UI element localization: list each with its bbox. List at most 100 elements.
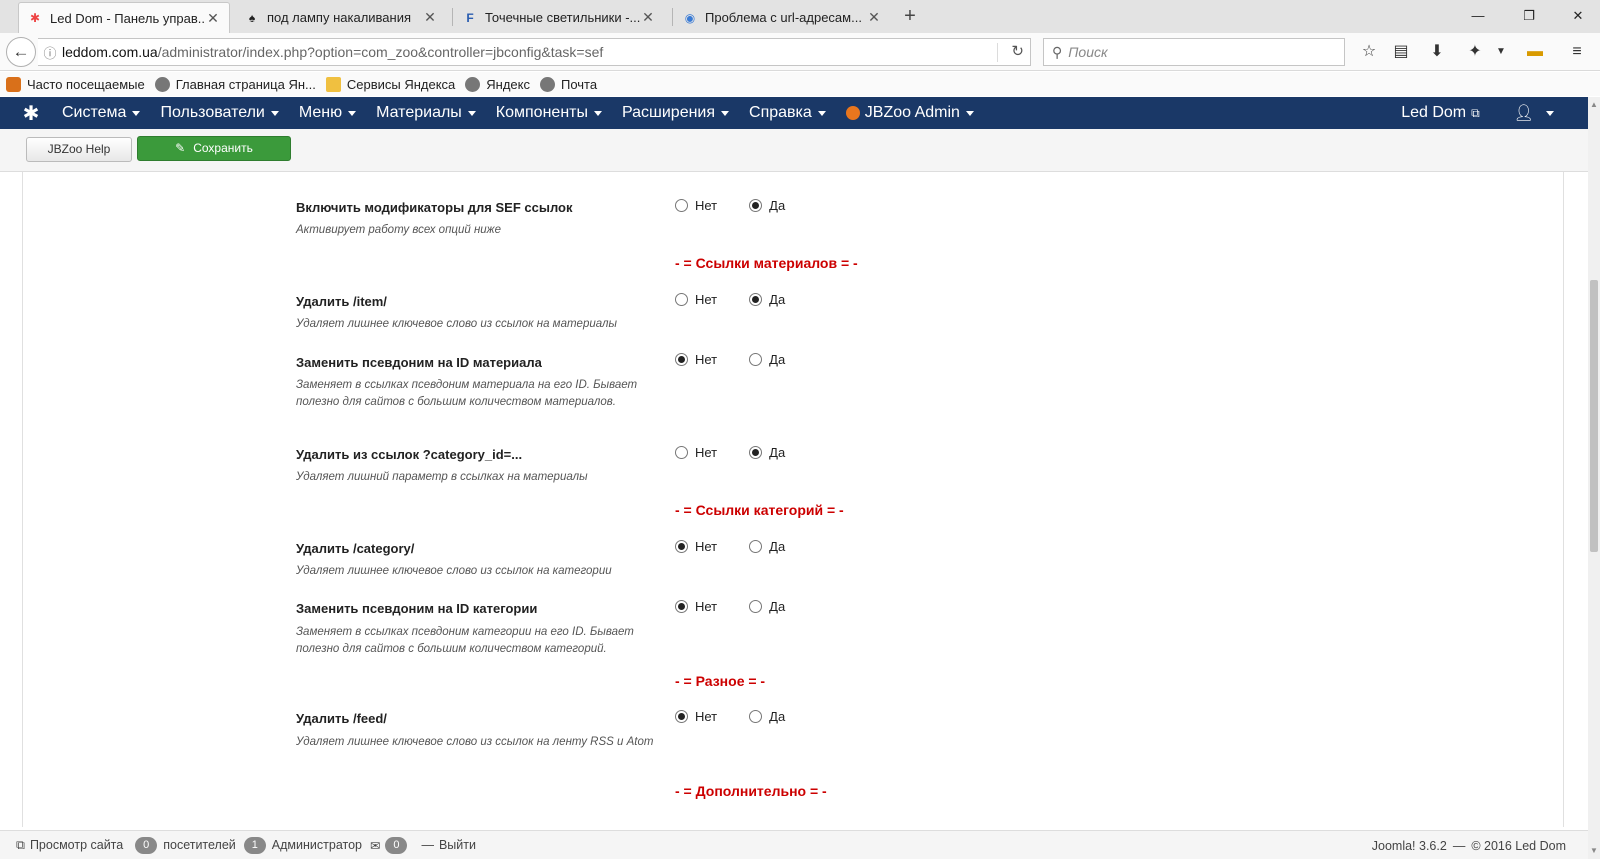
menu-label: Материалы <box>376 104 462 121</box>
restore-button[interactable]: ❐ <box>1506 4 1552 28</box>
remove-category-id-radio-group: Нет Да <box>675 445 817 460</box>
download-icon[interactable]: ⬇ <box>1426 41 1448 63</box>
radio-button[interactable] <box>749 446 763 459</box>
tab-title: Проблема с url-адресам... <box>705 10 862 25</box>
back-button[interactable]: ← <box>6 37 36 67</box>
jbzoo-help-button[interactable]: JBZoo Help <box>26 137 132 162</box>
menu-extensions[interactable]: Расширения <box>622 104 730 122</box>
url-bar[interactable]: ⓘ leddom.com.ua/administrator/index.php?… <box>38 38 1031 66</box>
radio-no[interactable]: Нет <box>675 352 717 367</box>
reload-icon[interactable]: ↻ <box>1011 42 1024 60</box>
browser-tab-2[interactable]: F Точечные светильники -... ✕ <box>454 2 664 33</box>
radio-no[interactable]: Нет <box>675 198 717 213</box>
close-tab-icon[interactable]: ✕ <box>422 9 438 26</box>
browser-tab-0[interactable]: ✱ Led Dom - Панель управ... ✕ <box>18 2 230 33</box>
caret-down-icon <box>132 110 141 116</box>
radio-yes[interactable]: Да <box>749 352 785 367</box>
radio-no[interactable]: Нет <box>675 445 717 460</box>
joomla-logo-icon[interactable]: ✱ <box>0 101 62 126</box>
radio-button[interactable] <box>675 446 688 459</box>
menu-users[interactable]: Пользователи <box>160 104 279 122</box>
page-scrollbar[interactable]: ▲ ▼ <box>1588 97 1600 859</box>
footer-version: Joomla! 3.6.2 — © 2016 Led Dom <box>1372 831 1566 859</box>
external-link-icon: ⧉ <box>16 837 25 852</box>
browser-tab-1[interactable]: ♠ под лампу накаливания ✕ <box>236 2 446 33</box>
browser-tab-3[interactable]: ◉ Проблема с url-адресам... ✕ <box>674 2 890 33</box>
menu-jbzoo-admin[interactable]: JBZoo Admin <box>845 104 974 122</box>
radio-yes[interactable]: Да <box>749 709 785 724</box>
radio-button[interactable] <box>675 600 688 613</box>
bookmark-item[interactable]: Сервисы Яндекса <box>325 76 455 92</box>
radio-button[interactable] <box>749 600 763 613</box>
radio-button[interactable] <box>675 293 688 306</box>
bookmark-label: Почта <box>561 76 598 92</box>
scroll-down-icon[interactable]: ▼ <box>1588 845 1600 857</box>
remove-feed-radio-group: Нет Да <box>675 709 817 724</box>
save-button[interactable]: ✎ Сохранить <box>137 136 291 161</box>
menu-label: Справка <box>749 104 812 121</box>
minimize-button[interactable]: — <box>1455 4 1501 28</box>
reading-list-icon[interactable]: ▤ <box>1390 41 1412 63</box>
radio-button[interactable] <box>749 540 763 553</box>
scroll-up-icon[interactable]: ▲ <box>1588 99 1600 111</box>
menu-menus[interactable]: Меню <box>299 104 357 122</box>
radio-button[interactable] <box>749 710 763 723</box>
close-window-button[interactable]: ✕ <box>1555 4 1600 28</box>
globe-icon <box>540 76 555 92</box>
site-link-label: Led Dom <box>1401 104 1467 121</box>
bookmark-item[interactable]: Главная страница Ян... <box>154 76 316 92</box>
radio-button[interactable] <box>749 199 763 212</box>
joomla-version: Joomla! 3.6.2 <box>1371 838 1447 853</box>
search-input[interactable]: ⚲ Поиск <box>1043 38 1345 66</box>
chevron-down-icon[interactable]: ▼ <box>1490 41 1512 63</box>
close-tab-icon[interactable]: ✕ <box>205 10 221 27</box>
extension-icon[interactable]: ✦ <box>1464 41 1486 63</box>
messages-link[interactable]: ✉ 0 <box>370 836 413 854</box>
logout-link[interactable]: — Выйти <box>421 838 476 852</box>
close-tab-icon[interactable]: ✕ <box>866 9 882 26</box>
radio-label: Нет <box>695 292 718 307</box>
radio-yes[interactable]: Да <box>749 539 785 554</box>
radio-label: Нет <box>695 599 718 614</box>
radio-yes[interactable]: Да <box>749 292 785 307</box>
menu-components[interactable]: Компоненты <box>496 104 602 122</box>
radio-no[interactable]: Нет <box>675 292 717 307</box>
user-menu[interactable]: 👤︎ <box>1514 103 1554 123</box>
radio-button[interactable] <box>675 199 688 212</box>
radio-button[interactable] <box>675 540 688 553</box>
radio-button[interactable] <box>675 353 688 366</box>
hamburger-menu-icon[interactable]: ≡ <box>1566 41 1588 63</box>
site-link[interactable]: Led Dom ⧉ <box>1401 104 1480 122</box>
remove-item-radio-group: Нет Да <box>675 292 817 307</box>
close-tab-icon[interactable]: ✕ <box>640 9 656 26</box>
radio-label: Да <box>769 198 786 213</box>
menu-help[interactable]: Справка <box>749 104 826 122</box>
radio-button[interactable] <box>749 293 763 306</box>
menu-content[interactable]: Материалы <box>376 104 476 122</box>
scroll-thumb[interactable] <box>1590 280 1598 552</box>
radio-yes[interactable]: Да <box>749 445 785 460</box>
radio-button[interactable] <box>749 353 763 366</box>
radio-yes[interactable]: Да <box>749 599 785 614</box>
star-icon[interactable]: ☆ <box>1358 41 1380 63</box>
radio-no[interactable]: Нет <box>675 709 717 724</box>
user-icon: 👤︎ <box>1513 105 1534 122</box>
radio-yes[interactable]: Да <box>749 198 785 213</box>
bookmark-label: Главная страница Ян... <box>175 76 316 92</box>
radio-label: Нет <box>695 445 718 460</box>
menu-system[interactable]: Система <box>62 104 141 122</box>
radio-label: Да <box>769 352 786 367</box>
bookmark-item[interactable]: Яндекс <box>465 76 530 92</box>
radio-label: Да <box>769 599 786 614</box>
tab-separator <box>452 8 453 26</box>
radio-no[interactable]: Нет <box>675 599 717 614</box>
yandex-bar-icon[interactable]: ▬ <box>1524 41 1546 63</box>
view-site-link[interactable]: ⧉ Просмотр сайта <box>16 838 123 853</box>
new-tab-button[interactable]: + <box>898 5 922 29</box>
radio-no[interactable]: Нет <box>675 539 717 554</box>
radio-button[interactable] <box>675 710 688 723</box>
info-icon[interactable]: ⓘ <box>38 43 62 62</box>
bookmark-item[interactable]: Часто посещаемые <box>6 76 145 92</box>
admin-header-right: Led Dom ⧉ 👤︎ <box>1401 97 1554 129</box>
bookmark-item[interactable]: Почта <box>540 76 598 92</box>
